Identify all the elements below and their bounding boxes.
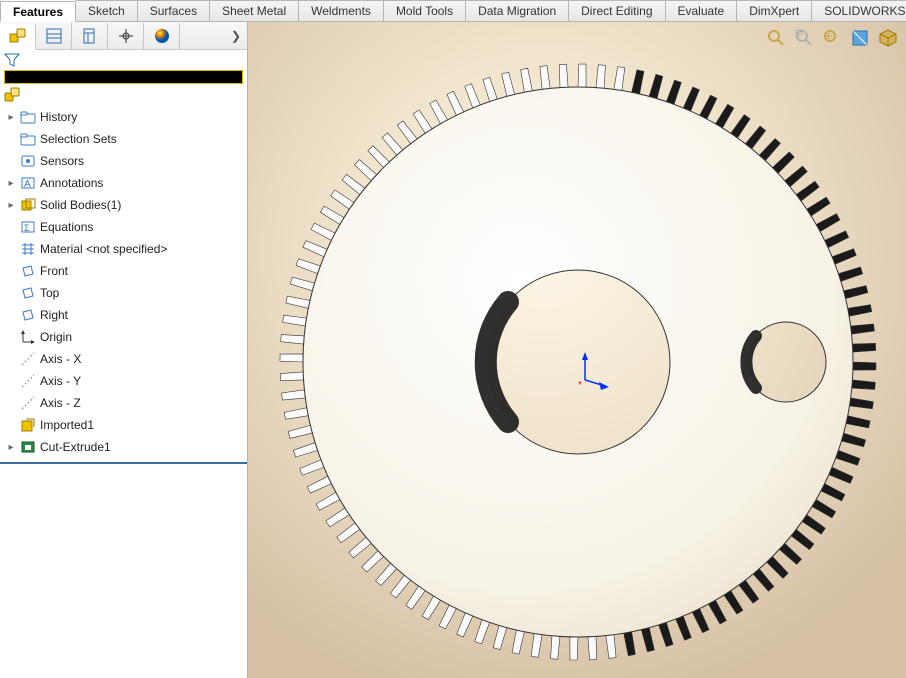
expander-icon[interactable]: ▸ — [6, 112, 16, 123]
graphics-viewport[interactable]: * — [248, 22, 906, 678]
tree-node-cut-extrude1[interactable]: ▸ Cut-Extrude1 — [0, 436, 247, 458]
chevron-right-icon[interactable]: ❯ — [225, 29, 247, 43]
svg-text:Σ: Σ — [24, 223, 30, 233]
tree-label: Annotations — [40, 176, 103, 190]
tree-label: Selection Sets — [40, 132, 117, 146]
tree-node-imported1[interactable]: Imported1 — [0, 414, 247, 436]
eq-icon: Σ — [20, 219, 36, 235]
tree-label: Imported1 — [40, 418, 94, 432]
tree-label: Sensors — [40, 154, 84, 168]
tab-appearance[interactable] — [144, 23, 180, 49]
properties-icon — [45, 27, 63, 45]
funnel-icon[interactable] — [4, 52, 20, 68]
tree-label: Material <not specified> — [40, 242, 167, 256]
tree-node-origin[interactable]: Origin — [0, 326, 247, 348]
part-root[interactable] — [0, 86, 247, 104]
plane-icon — [20, 285, 36, 301]
tree-label: History — [40, 110, 77, 124]
tab-configuration[interactable] — [72, 23, 108, 49]
axis-icon — [20, 351, 36, 367]
tree-node-solid-bodies-1-[interactable]: ▸ Solid Bodies(1) — [0, 194, 247, 216]
assembly-icon — [9, 27, 27, 45]
tree-node-annotations[interactable]: ▸ A Annotations — [0, 172, 247, 194]
tree-node-right[interactable]: Right — [0, 304, 247, 326]
ribbon-tab-weldments[interactable]: Weldments — [299, 0, 384, 21]
tree-label: Front — [40, 264, 68, 278]
plane-icon — [20, 307, 36, 323]
tree-label: Axis - X — [40, 352, 81, 366]
ribbon-tab-surfaces[interactable]: Surfaces — [138, 0, 210, 21]
ribbon-tab-mold-tools[interactable]: Mold Tools — [384, 0, 466, 21]
ribbon-tab-features[interactable]: Features — [0, 1, 76, 22]
ribbon-tabs: FeaturesSketchSurfacesSheet MetalWeldmen… — [0, 0, 906, 22]
tree-label: Axis - Z — [40, 396, 81, 410]
tree-label: Origin — [40, 330, 72, 344]
appearance-icon — [153, 27, 171, 45]
config-icon — [81, 27, 99, 45]
axis-icon — [20, 373, 36, 389]
tree-label: Equations — [40, 220, 93, 234]
tree-end-rule — [0, 462, 247, 464]
body-icon — [20, 197, 36, 213]
tree-node-axis-y[interactable]: Axis - Y — [0, 370, 247, 392]
plane-icon — [20, 263, 36, 279]
ribbon-tab-evaluate[interactable]: Evaluate — [666, 0, 738, 21]
feat-cut-icon — [20, 439, 36, 455]
ribbon-tab-direct-editing[interactable]: Direct Editing — [569, 0, 665, 21]
tree-label: Top — [40, 286, 59, 300]
gear-model — [258, 32, 898, 672]
tree-node-axis-x[interactable]: Axis - X — [0, 348, 247, 370]
ribbon-tab-dimxpert[interactable]: DimXpert — [737, 0, 812, 21]
tree-node-equations[interactable]: Σ Equations — [0, 216, 247, 238]
expander-icon[interactable]: ▸ — [6, 178, 16, 189]
tab-dim[interactable] — [108, 23, 144, 49]
tree-node-top[interactable]: Top — [0, 282, 247, 304]
tab-feature-tree[interactable] — [0, 24, 36, 50]
tab-property[interactable] — [36, 23, 72, 49]
ribbon-tab-solidworks-add-ins[interactable]: SOLIDWORKS Add-Ins — [812, 0, 906, 21]
tree-node-history[interactable]: ▸ History — [0, 106, 247, 128]
dim-icon — [117, 27, 135, 45]
tree-node-selection-sets[interactable]: Selection Sets — [0, 128, 247, 150]
tree-node-sensors[interactable]: Sensors — [0, 150, 247, 172]
tree-node-material-not-specified-[interactable]: Material <not specified> — [0, 238, 247, 260]
left-tabbar: ❯ — [0, 22, 247, 50]
feature-tree: ▸ History Selection Sets Sensors ▸ A Annotatio… — [0, 104, 247, 470]
main-area: ❯ ▸ History Selection Sets Sensors ▸ A Annotat… — [0, 22, 906, 678]
annot-icon: A — [20, 175, 36, 191]
sensor-icon — [20, 153, 36, 169]
filter-bar — [0, 50, 247, 70]
folder-icon — [20, 131, 36, 147]
ribbon-tab-sheet-metal[interactable]: Sheet Metal — [210, 0, 299, 21]
filter-input[interactable] — [4, 70, 243, 84]
origin-icon — [20, 329, 36, 345]
folder-icon — [20, 109, 36, 125]
feature-manager-panel: ❯ ▸ History Selection Sets Sensors ▸ A Annotat… — [0, 22, 248, 678]
expander-icon[interactable]: ▸ — [6, 442, 16, 453]
ribbon-tab-sketch[interactable]: Sketch — [76, 0, 138, 21]
tree-node-axis-z[interactable]: Axis - Z — [0, 392, 247, 414]
axis-icon — [20, 395, 36, 411]
tree-label: Solid Bodies(1) — [40, 198, 121, 212]
tree-label: Cut-Extrude1 — [40, 440, 111, 454]
feat-import-icon — [20, 417, 36, 433]
svg-text:A: A — [24, 179, 31, 190]
ribbon-tab-data-migration[interactable]: Data Migration — [466, 0, 569, 21]
mat-icon — [20, 241, 36, 257]
tree-label: Right — [40, 308, 68, 322]
tree-node-front[interactable]: Front — [0, 260, 247, 282]
part-icon — [4, 87, 20, 103]
expander-icon[interactable]: ▸ — [6, 200, 16, 211]
tree-label: Axis - Y — [40, 374, 81, 388]
